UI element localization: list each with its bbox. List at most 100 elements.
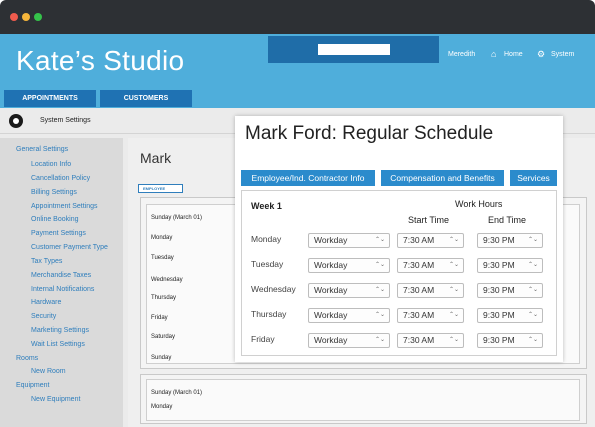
chevron-updown-icon: ⌃⌄ bbox=[374, 287, 385, 293]
end-time-select[interactable]: 9:30 PM ⌃⌄ bbox=[477, 258, 543, 273]
day-label: Wednesday bbox=[251, 284, 296, 294]
sidebar-item-appointment-settings[interactable]: Appointment Settings bbox=[31, 203, 98, 210]
chevron-updown-icon: ⌃⌄ bbox=[527, 312, 538, 318]
day-type-select[interactable]: Workday ⌃⌄ bbox=[308, 333, 390, 348]
chevron-updown-icon: ⌃⌄ bbox=[448, 237, 459, 243]
tab-services[interactable]: Services bbox=[510, 170, 557, 186]
bg-day-label: Monday bbox=[151, 404, 173, 410]
chevron-updown-icon: ⌃⌄ bbox=[527, 337, 538, 343]
bg-day-label: Friday bbox=[151, 315, 168, 321]
settings-icon bbox=[9, 114, 23, 128]
chevron-updown-icon: ⌃⌄ bbox=[448, 287, 459, 293]
app-header: Kate’s Studio Meredith ⌂ Home ⚙ System A… bbox=[0, 34, 595, 108]
zoom-window-button[interactable] bbox=[34, 13, 42, 21]
bg-day-label: Saturday bbox=[151, 334, 176, 340]
chevron-updown-icon: ⌃⌄ bbox=[527, 287, 538, 293]
day-label: Friday bbox=[251, 334, 275, 344]
start-time-select[interactable]: 7:30 AM ⌃⌄ bbox=[397, 283, 464, 298]
schedule-table: Week 1 Work Hours Start Time End Time Mo… bbox=[241, 190, 557, 356]
dialog-title: Mark Ford: Regular Schedule bbox=[245, 123, 494, 144]
work-hours-header: Work Hours bbox=[455, 199, 503, 209]
tab-customers[interactable]: CUSTOMERS bbox=[100, 90, 192, 107]
tab-employee-contractor-info[interactable]: Employee/Ind. Contractor Info bbox=[241, 170, 375, 186]
home-icon[interactable]: ⌂ bbox=[491, 50, 496, 59]
home-link[interactable]: Home bbox=[504, 51, 523, 58]
start-time-select[interactable]: 7:30 AM ⌃⌄ bbox=[397, 333, 464, 348]
sidebar-group-rooms[interactable]: Rooms bbox=[16, 355, 38, 362]
sidebar-item-new-equipment[interactable]: New Equipment bbox=[31, 396, 80, 403]
close-window-button[interactable] bbox=[10, 13, 18, 21]
minimize-window-button[interactable] bbox=[22, 13, 30, 21]
sidebar-item-tax-types[interactable]: Tax Types bbox=[31, 258, 62, 265]
system-link[interactable]: System bbox=[551, 51, 574, 58]
bg-day-label: Sunday bbox=[151, 355, 172, 361]
system-settings-label: System Settings bbox=[40, 117, 91, 124]
end-time-value: 9:30 PM bbox=[483, 335, 515, 345]
sidebar-item-marketing-settings[interactable]: Marketing Settings bbox=[31, 327, 89, 334]
chevron-updown-icon: ⌃⌄ bbox=[448, 337, 459, 343]
sidebar-item-customer-payment-type[interactable]: Customer Payment Type bbox=[31, 244, 108, 251]
end-time-select[interactable]: 9:30 PM ⌃⌄ bbox=[477, 333, 543, 348]
end-time-header: End Time bbox=[488, 215, 527, 225]
day-type-value: Workday bbox=[314, 310, 348, 320]
end-time-value: 9:30 PM bbox=[483, 310, 515, 320]
employee-title: Mark bbox=[140, 150, 172, 166]
week-2-card-inner bbox=[146, 379, 580, 421]
start-time-select[interactable]: 7:30 AM ⌃⌄ bbox=[397, 308, 464, 323]
day-type-value: Workday bbox=[314, 235, 348, 245]
chevron-updown-icon: ⌃⌄ bbox=[374, 312, 385, 318]
sidebar-item-payment-settings[interactable]: Payment Settings bbox=[31, 230, 86, 237]
day-type-value: Workday bbox=[314, 260, 348, 270]
day-type-select[interactable]: Workday ⌃⌄ bbox=[308, 308, 390, 323]
sidebar-item-location-info[interactable]: Location Info bbox=[31, 161, 71, 168]
system-gear-icon[interactable]: ⚙ bbox=[537, 50, 545, 59]
bg-day-label: Monday bbox=[151, 235, 173, 241]
sidebar-item-merchandise-taxes[interactable]: Merchandise Taxes bbox=[31, 272, 91, 279]
user-name-link[interactable]: Meredith bbox=[448, 51, 475, 58]
day-type-select[interactable]: Workday ⌃⌄ bbox=[308, 233, 390, 248]
end-time-value: 9:30 PM bbox=[483, 260, 515, 270]
start-time-value: 7:30 AM bbox=[403, 335, 435, 345]
tab-appointments[interactable]: APPOINTMENTS bbox=[4, 90, 96, 107]
sidebar-group-general[interactable]: General Settings bbox=[16, 146, 68, 153]
sidebar-item-internal-notifications[interactable]: Internal Notifications bbox=[31, 286, 94, 293]
end-time-select[interactable]: 9:30 PM ⌃⌄ bbox=[477, 283, 543, 298]
bg-day-label: Thursday bbox=[151, 295, 177, 301]
sidebar-item-security[interactable]: Security bbox=[31, 313, 56, 320]
regular-schedule-dialog: Mark Ford: Regular Schedule Employee/Ind… bbox=[235, 116, 563, 362]
day-type-value: Workday bbox=[314, 285, 348, 295]
chevron-updown-icon: ⌃⌄ bbox=[374, 237, 385, 243]
search-bar bbox=[268, 36, 439, 63]
chevron-updown-icon: ⌃⌄ bbox=[527, 237, 538, 243]
day-type-select[interactable]: Workday ⌃⌄ bbox=[308, 258, 390, 273]
day-type-select[interactable]: Workday ⌃⌄ bbox=[308, 283, 390, 298]
sidebar-item-new-room[interactable]: New Room bbox=[31, 368, 66, 375]
start-time-value: 7:30 AM bbox=[403, 285, 435, 295]
search-input[interactable] bbox=[318, 44, 390, 55]
start-time-value: 7:30 AM bbox=[403, 260, 435, 270]
day-label: Tuesday bbox=[251, 259, 284, 269]
end-time-value: 9:30 PM bbox=[483, 285, 515, 295]
tab-compensation-benefits[interactable]: Compensation and Benefits bbox=[381, 170, 504, 186]
week-label: Week 1 bbox=[251, 201, 282, 211]
sidebar-item-cancellation-policy[interactable]: Cancellation Policy bbox=[31, 175, 90, 182]
chevron-updown-icon: ⌃⌄ bbox=[374, 262, 385, 268]
end-time-select[interactable]: 9:30 PM ⌃⌄ bbox=[477, 233, 543, 248]
end-time-select[interactable]: 9:30 PM ⌃⌄ bbox=[477, 308, 543, 323]
day-label: Monday bbox=[251, 234, 282, 244]
sidebar-item-hardware[interactable]: Hardware bbox=[31, 299, 61, 306]
start-time-select[interactable]: 7:30 AM ⌃⌄ bbox=[397, 233, 464, 248]
sidebar-item-billing-settings[interactable]: Billing Settings bbox=[31, 189, 77, 196]
title-bar bbox=[0, 0, 595, 34]
day-label: Thursday bbox=[251, 309, 287, 319]
start-time-value: 7:30 AM bbox=[403, 235, 435, 245]
chevron-updown-icon: ⌃⌄ bbox=[448, 312, 459, 318]
bg-day-label: Wednesday bbox=[151, 277, 183, 283]
sidebar-group-equipment[interactable]: Equipment bbox=[16, 382, 49, 389]
employee-tag[interactable]: EMPLOYEE bbox=[138, 184, 183, 193]
sidebar-item-wait-list-settings[interactable]: Wait List Settings bbox=[31, 341, 85, 348]
start-time-select[interactable]: 7:30 AM ⌃⌄ bbox=[397, 258, 464, 273]
sidebar-item-online-booking[interactable]: Online Booking bbox=[31, 216, 78, 223]
app-window: Kate’s Studio Meredith ⌂ Home ⚙ System A… bbox=[0, 0, 595, 427]
chevron-updown-icon: ⌃⌄ bbox=[527, 262, 538, 268]
